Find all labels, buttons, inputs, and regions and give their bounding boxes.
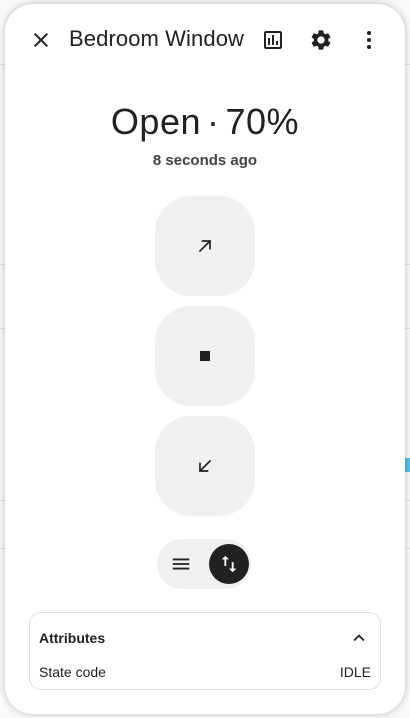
stop-cover-button[interactable] bbox=[155, 306, 255, 406]
close-icon bbox=[34, 33, 48, 47]
dialog-title: Bedroom Window bbox=[69, 26, 245, 51]
arrow-top-right-icon bbox=[198, 239, 212, 253]
gear-icon bbox=[311, 30, 331, 50]
open-cover-button[interactable] bbox=[155, 196, 255, 296]
menu-icon bbox=[172, 558, 190, 570]
mode-button-swap[interactable] bbox=[209, 544, 249, 584]
arrow-bottom-left-icon bbox=[198, 459, 212, 473]
stop-icon bbox=[200, 351, 210, 361]
settings-button[interactable] bbox=[301, 20, 341, 60]
close-cover-button[interactable] bbox=[155, 416, 255, 516]
chevron-up-icon bbox=[353, 634, 365, 642]
state-position: 70% bbox=[225, 101, 300, 142]
attribute-value: IDLE bbox=[339, 664, 371, 680]
attributes-panel: Attributes State code IDLE bbox=[29, 612, 381, 690]
mode-button-menu[interactable] bbox=[161, 544, 201, 584]
attributes-title: Attributes bbox=[39, 630, 106, 646]
dialog-header: Bedroom Window bbox=[5, 4, 405, 76]
attributes-collapse-button[interactable] bbox=[348, 627, 370, 649]
attribute-key: State code bbox=[39, 664, 106, 680]
close-button[interactable] bbox=[21, 20, 61, 60]
swap-vertical-icon bbox=[221, 555, 237, 573]
control-mode-toggle bbox=[157, 539, 251, 589]
last-changed: 8 seconds ago bbox=[152, 152, 258, 169]
state-separator: · bbox=[207, 101, 220, 142]
more-info-dialog: Bedroom Window Open·70% 8 seconds ago bbox=[5, 4, 405, 714]
history-button[interactable] bbox=[253, 20, 293, 60]
dots-vertical-icon bbox=[367, 31, 371, 49]
more-options-button[interactable] bbox=[349, 20, 389, 60]
chart-box-icon bbox=[264, 31, 282, 49]
cover-state: Open · 70% bbox=[5, 101, 405, 143]
state-label: Open bbox=[110, 101, 201, 142]
